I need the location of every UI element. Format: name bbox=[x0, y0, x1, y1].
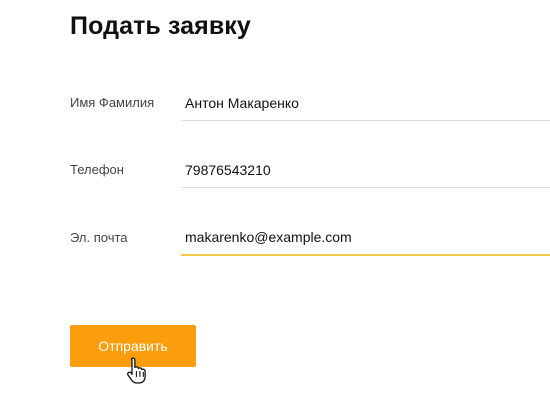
phone-label: Телефон bbox=[70, 162, 124, 177]
hand-pointer-icon bbox=[127, 357, 146, 384]
email-field[interactable] bbox=[181, 220, 550, 256]
phone-field[interactable] bbox=[181, 152, 550, 188]
name-field[interactable] bbox=[181, 85, 550, 121]
application-form: Подать заявку Имя Фамилия Телефон Эл. по… bbox=[0, 0, 550, 407]
email-row: Эл. почта bbox=[0, 220, 550, 260]
name-label: Имя Фамилия bbox=[70, 95, 155, 110]
page-title: Подать заявку bbox=[70, 12, 251, 40]
name-row: Имя Фамилия bbox=[0, 85, 550, 125]
phone-row: Телефон bbox=[0, 152, 550, 192]
email-label: Эл. почта bbox=[70, 230, 128, 245]
